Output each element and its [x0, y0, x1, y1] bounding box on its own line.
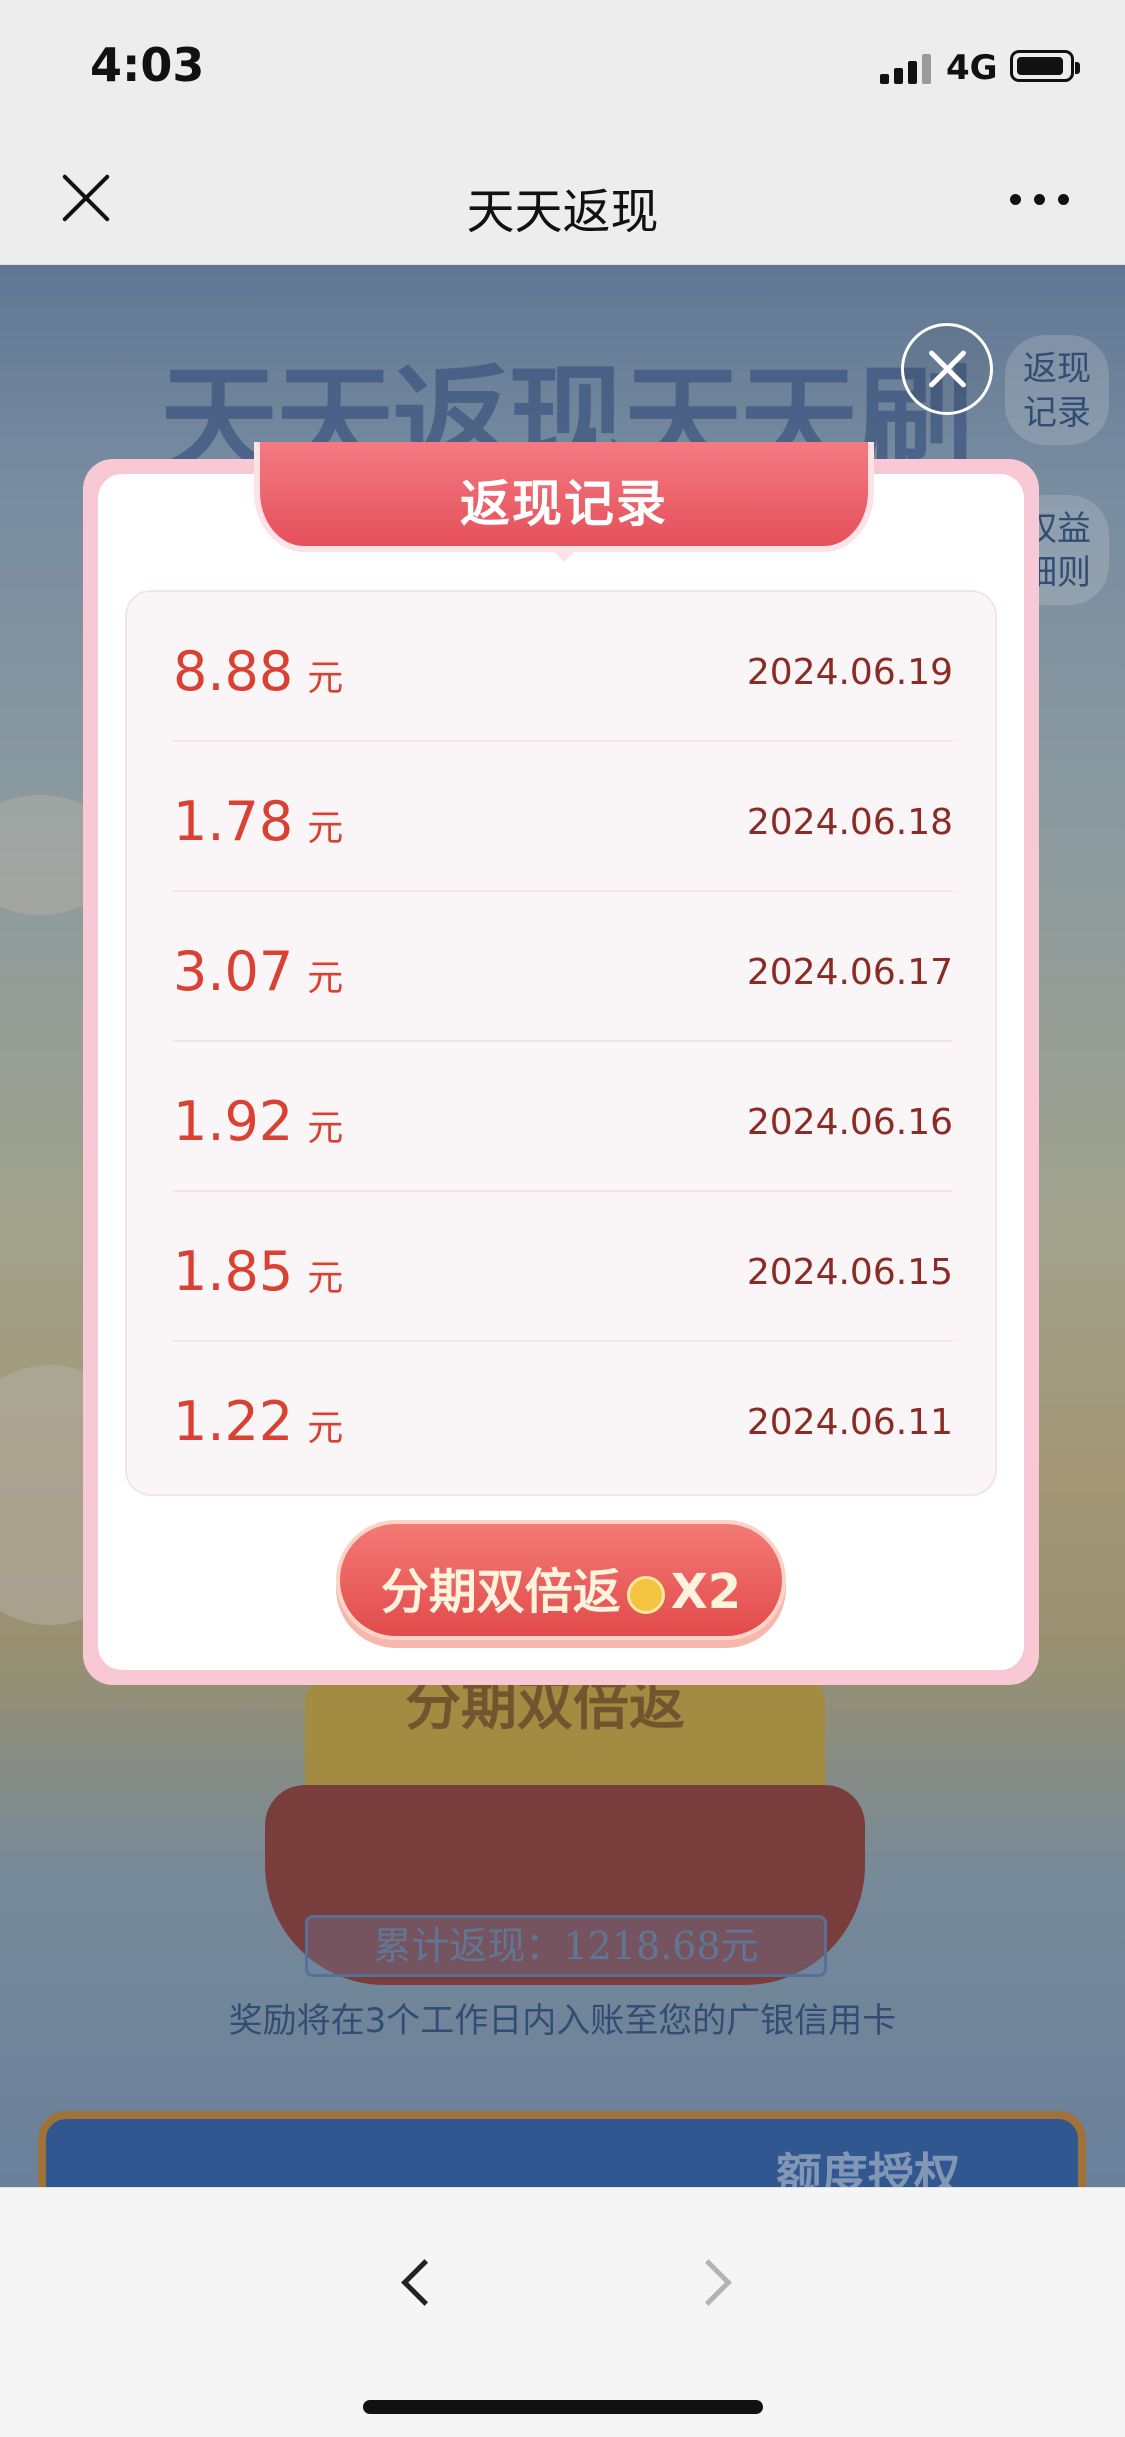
record-unit: 元: [307, 1108, 344, 1149]
record-amount: 1.92: [173, 1090, 294, 1153]
status-bar: 4:03 4G: [0, 0, 1125, 140]
page-title: 天天返现: [466, 184, 659, 240]
record-date: 2024.06.19: [746, 652, 953, 693]
nav-bar: 天天返现: [0, 140, 1125, 265]
record-amount: 8.88: [173, 640, 294, 703]
list-item: 1.22 元 2024.06.11: [173, 1342, 953, 1492]
record-amount: 1.22: [173, 1390, 294, 1453]
list-item: 3.07 元 2024.06.17: [173, 892, 953, 1042]
home-indicator[interactable]: [363, 2400, 763, 2414]
button-label: 分期双倍返: [380, 1564, 621, 1620]
list-item: 1.85 元 2024.06.15: [173, 1192, 953, 1342]
modal-title: 返现记录: [460, 475, 668, 533]
list-item: 1.78 元 2024.06.18: [173, 742, 953, 892]
installment-double-button[interactable]: 分期双倍返 X2: [336, 1520, 786, 1640]
record-unit: 元: [307, 1258, 344, 1299]
more-icon[interactable]: [1010, 194, 1070, 206]
record-date: 2024.06.16: [746, 1102, 953, 1143]
record-date: 2024.06.17: [746, 952, 953, 993]
record-amount: 3.07: [173, 940, 294, 1003]
signal-icon: [880, 52, 932, 84]
coin-icon: [626, 1576, 665, 1614]
button-multiplier: X2: [670, 1564, 742, 1620]
record-amount: 1.85: [173, 1240, 294, 1303]
modal-title-ribbon: 返现记录: [254, 442, 874, 562]
forward-arrow-icon[interactable]: [685, 2259, 732, 2306]
network-type: 4G: [946, 48, 998, 88]
records-list: 8.88 元 2024.06.19 1.78 元 2024.06.18 3.07 元 …: [125, 590, 997, 1496]
battery-icon: [1010, 50, 1080, 82]
list-item: 1.92 元 2024.06.16: [173, 1042, 953, 1192]
record-date: 2024.06.11: [746, 1402, 953, 1443]
record-amount: 1.78: [173, 790, 294, 853]
back-arrow-icon[interactable]: [401, 2259, 448, 2306]
record-unit: 元: [307, 658, 344, 699]
list-item: 8.88 元 2024.06.19: [173, 592, 953, 742]
record-unit: 元: [307, 1408, 344, 1449]
record-unit: 元: [307, 808, 344, 849]
record-date: 2024.06.18: [746, 802, 953, 843]
record-unit: 元: [307, 958, 344, 999]
modal-close-icon[interactable]: [901, 323, 993, 415]
status-time: 4:03: [90, 38, 205, 92]
record-date: 2024.06.15: [746, 1252, 953, 1293]
browser-toolbar: [0, 2187, 1125, 2437]
